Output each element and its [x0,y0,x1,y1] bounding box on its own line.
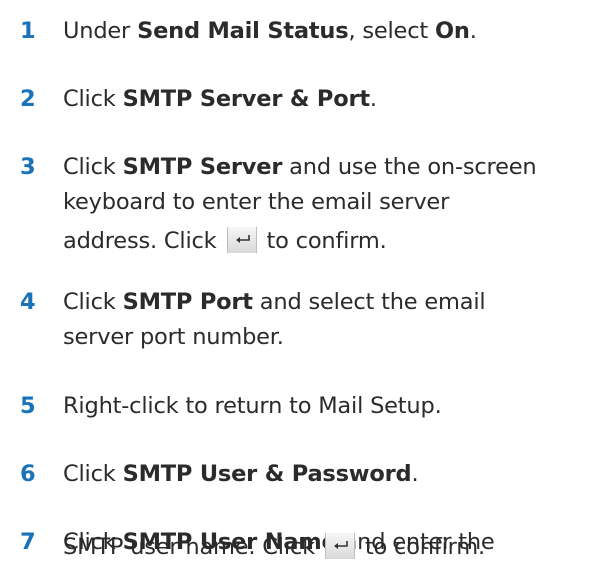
step-line: Click SMTP Server and use the on-screen [63,150,608,185]
step-line: server port number. [63,324,284,350]
step-text-part: to confirm. [266,228,387,254]
step-number: 4 [20,289,36,315]
step-text-part: to confirm. [364,534,485,560]
step-text-part: . [469,18,477,44]
step-text-part: , select [348,18,435,44]
step-text: Click SMTP Server and use the on-screen … [63,150,608,262]
step-text-part: . [369,86,377,112]
ui-label-on: On [434,18,470,44]
step-text-part: SMTP user name. Click [63,534,315,560]
ui-label-smtp-server: SMTP Server [122,154,283,180]
step-text-part: address. Click [63,228,217,254]
step-number: 1 [20,18,36,44]
step-number: 7 [20,529,36,555]
ui-label-smtp-user-password: SMTP User & Password [122,461,412,487]
ui-label-smtp-server-port: SMTP Server & Port [122,86,371,112]
step-text-part: Click [63,86,123,112]
ui-label-send-mail-status: Send Mail Status [137,18,349,44]
step-line: SMTP user name. Click to confirm. [63,530,608,565]
step-number: 3 [20,154,36,180]
step-text-part: Click [63,289,123,315]
enter-return-icon [226,226,257,253]
step-number: 6 [20,461,36,487]
step-text: Click SMTP User & Password. [63,457,608,492]
step-text-part: and use the on-screen [282,154,537,180]
step-text: Click SMTP Port and select the email ser… [63,285,608,355]
ui-label-smtp-port: SMTP Port [122,289,253,315]
step-line: address. Click to confirm. [63,220,608,262]
step-text: Right-click to return to Mail Setup. [63,393,442,419]
step-text-part: Click [63,461,123,487]
step-text: Click SMTP Server & Port. [63,82,608,117]
step-text-part: . [411,461,419,487]
step-text: Under Send Mail Status, select On. [63,14,608,49]
step-line: keyboard to enter the email server [63,189,450,215]
step-text-part: Click [63,154,123,180]
step-line: Click SMTP Port and select the email [63,285,608,320]
step-text: SMTP user name. Click to confirm. [63,530,608,565]
step-text-part: and select the email [252,289,486,315]
step-number: 2 [20,86,36,112]
step-number: 5 [20,393,36,419]
enter-return-icon [324,532,355,559]
step-text-part: Under [63,18,138,44]
